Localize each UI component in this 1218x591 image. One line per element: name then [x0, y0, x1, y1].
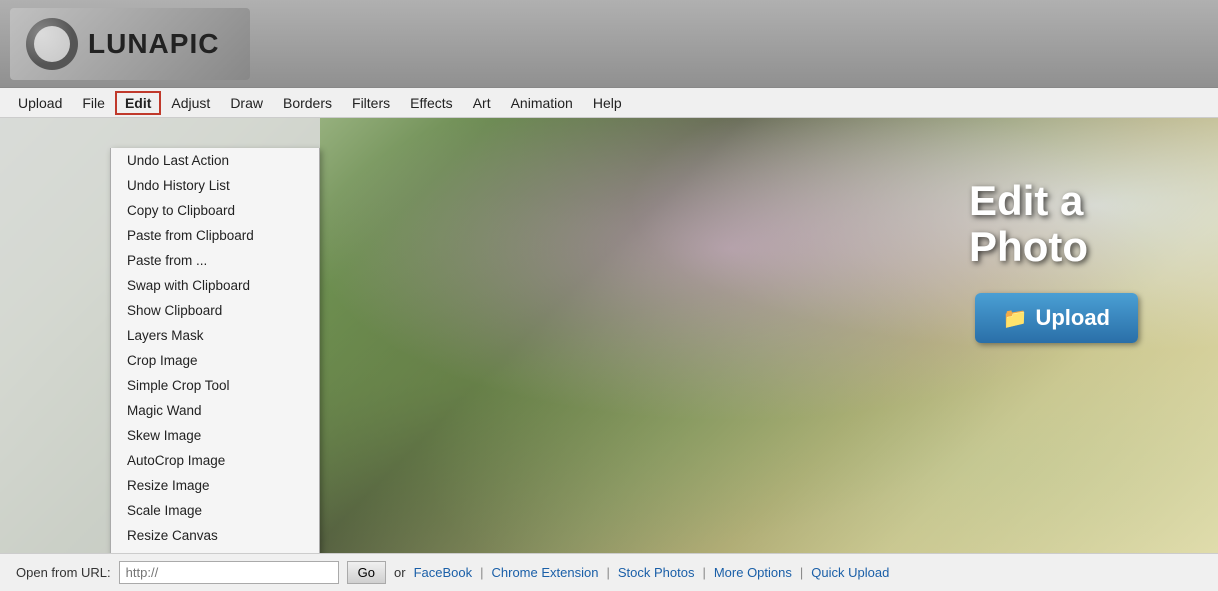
edit-line2: Photo — [969, 224, 1088, 270]
logo-icon — [26, 18, 78, 70]
menu-item-simple-crop-tool[interactable]: Simple Crop Tool — [111, 373, 319, 398]
menu-item-crop-image[interactable]: Crop Image — [111, 348, 319, 373]
menu-item-undo-last-action[interactable]: Undo Last Action — [111, 148, 319, 173]
bottom-link-more-options[interactable]: More Options — [714, 565, 792, 580]
logo-area: LUNAPIC — [10, 8, 250, 80]
menu-item-skew-image[interactable]: Skew Image — [111, 423, 319, 448]
separator: | — [800, 565, 803, 580]
nav-item-help[interactable]: Help — [583, 91, 632, 115]
separator: | — [606, 565, 609, 580]
menu-item-show-clipboard[interactable]: Show Clipboard — [111, 298, 319, 323]
bottom-link-quick-upload[interactable]: Quick Upload — [811, 565, 889, 580]
header: LUNAPIC — [0, 0, 1218, 88]
nav-item-draw[interactable]: Draw — [220, 91, 273, 115]
nav-item-file[interactable]: File — [72, 91, 115, 115]
open-url-label: Open from URL: — [16, 565, 111, 580]
edit-dropdown-menu: Undo Last ActionUndo History ListCopy to… — [110, 148, 320, 553]
upload-button[interactable]: 📁 Upload — [975, 293, 1138, 343]
upload-folder-icon: 📁 — [1003, 306, 1028, 331]
menu-item-swap-with-clipboard[interactable]: Swap with Clipboard — [111, 273, 319, 298]
upload-label: Upload — [1035, 305, 1110, 331]
nav-item-effects[interactable]: Effects — [400, 91, 463, 115]
menu-item-resize-image[interactable]: Resize Image — [111, 473, 319, 498]
nav-item-borders[interactable]: Borders — [273, 91, 342, 115]
navbar: UploadFileEditAdjustDrawBordersFiltersEf… — [0, 88, 1218, 118]
bottom-bar: Open from URL: Go or FaceBook | Chrome Ext… — [0, 553, 1218, 591]
nav-item-animation[interactable]: Animation — [501, 91, 583, 115]
nav-item-adjust[interactable]: Adjust — [161, 91, 220, 115]
go-button[interactable]: Go — [347, 561, 386, 584]
menu-item-undo-history-list[interactable]: Undo History List — [111, 173, 319, 198]
logo-text: LUNAPIC — [88, 28, 219, 60]
nav-item-filters[interactable]: Filters — [342, 91, 400, 115]
edit-line1: Edit a — [969, 178, 1088, 224]
separator: | — [702, 565, 705, 580]
menu-item-copy-to-clipboard[interactable]: Copy to Clipboard — [111, 198, 319, 223]
menu-item-magic-wand[interactable]: Magic Wand — [111, 398, 319, 423]
menu-item-resize-canvas[interactable]: Resize Canvas — [111, 523, 319, 548]
menu-item-scale-image[interactable]: Scale Image — [111, 498, 319, 523]
menu-item-paste-from-[interactable]: Paste from ... — [111, 248, 319, 273]
url-input[interactable] — [119, 561, 339, 584]
bottom-link-chrome-extension[interactable]: Chrome Extension — [492, 565, 599, 580]
separator: | — [480, 565, 483, 580]
edit-photo-text: Edit a Photo — [969, 178, 1088, 270]
menu-item-rotate-image[interactable]: Rotate Image — [111, 548, 319, 553]
menu-item-layers-mask[interactable]: Layers Mask — [111, 323, 319, 348]
menu-item-paste-from-clipboard[interactable]: Paste from Clipboard — [111, 223, 319, 248]
menu-item-autocrop-image[interactable]: AutoCrop Image — [111, 448, 319, 473]
nav-item-art[interactable]: Art — [463, 91, 501, 115]
bottom-link-facebook[interactable]: FaceBook — [414, 565, 473, 580]
bottom-link-stock-photos[interactable]: Stock Photos — [618, 565, 695, 580]
main-area: Edit a Photo 📁 Upload Undo Last ActionUn… — [0, 118, 1218, 553]
nav-item-edit[interactable]: Edit — [115, 91, 161, 115]
or-text: or — [394, 565, 406, 580]
nav-item-upload[interactable]: Upload — [8, 91, 72, 115]
